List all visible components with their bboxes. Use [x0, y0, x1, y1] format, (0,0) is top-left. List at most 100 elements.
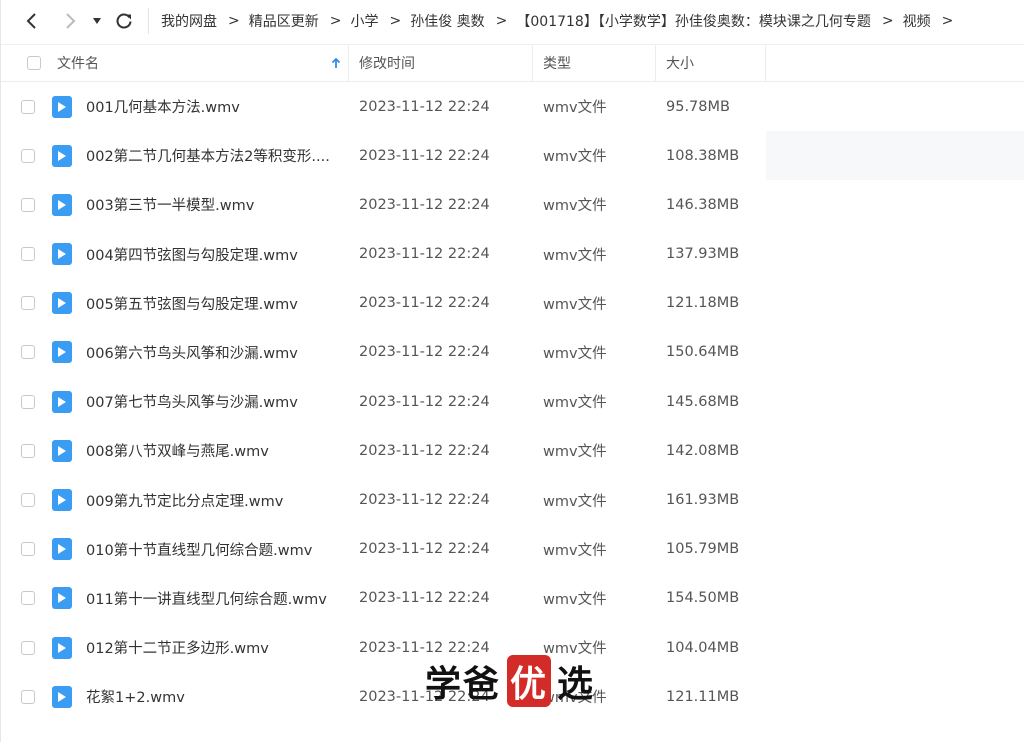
file-modified-time: 2023-11-12 22:24 [359, 541, 490, 558]
breadcrumb-item[interactable]: 小学 [350, 11, 378, 31]
forward-button[interactable] [57, 0, 83, 42]
video-file-icon [52, 144, 72, 167]
breadcrumb-item[interactable]: 我的网盘 [161, 11, 217, 31]
file-type: wmv文件 [543, 591, 607, 608]
file-row[interactable]: 007第七节鸟头风筝与沙漏.wmv 2023-11-12 22:24 wmv文件… [1, 377, 1024, 426]
video-file-icon [52, 292, 72, 315]
file-modified-time: 2023-11-12 22:24 [359, 442, 490, 459]
file-row[interactable]: 003第三节一半模型.wmv 2023-11-12 22:24 wmv文件 14… [1, 180, 1024, 229]
file-name[interactable]: 011第十一讲直线型几何综合题.wmv [86, 574, 327, 623]
row-checkbox[interactable] [21, 591, 35, 606]
breadcrumb-item[interactable]: 精品区更新 [249, 11, 319, 31]
breadcrumb: 我的网盘 > 精品区更新 > 小学 > 孙佳俊 奥数 > 【001718】【小学… [161, 0, 962, 42]
file-modified-time: 2023-11-12 22:24 [359, 98, 490, 115]
file-name[interactable]: 002第二节几何基本方法2等积变形.... [86, 131, 330, 180]
back-button[interactable] [19, 0, 45, 42]
column-type-label: 类型 [543, 56, 571, 72]
file-icon-cell [52, 279, 72, 328]
sort-up-arrow-icon [331, 57, 341, 68]
file-row[interactable]: 006第六节鸟头风筝和沙漏.wmv 2023-11-12 22:24 wmv文件… [1, 328, 1024, 377]
file-icon-cell [52, 328, 72, 377]
file-row[interactable]: 002第二节几何基本方法2等积变形.... 2023-11-12 22:24 w… [1, 131, 1024, 181]
column-divider[interactable] [532, 45, 533, 81]
column-header-name[interactable]: 文件名 [57, 45, 347, 81]
file-row[interactable]: 009第九节定比分点定理.wmv 2023-11-12 22:24 wmv文件 … [1, 476, 1024, 525]
file-size: 108.38MB [666, 147, 740, 164]
file-name[interactable]: 003第三节一半模型.wmv [86, 180, 254, 229]
file-row[interactable]: 004第四节弦图与勾股定理.wmv 2023-11-12 22:24 wmv文件… [1, 230, 1024, 279]
row-checkbox[interactable] [21, 197, 35, 212]
row-checkbox[interactable] [21, 493, 35, 507]
file-name[interactable]: 008第八节双峰与燕尾.wmv [86, 426, 269, 475]
caret-down-icon [93, 18, 101, 24]
row-checkbox[interactable] [21, 394, 35, 409]
file-browser-window: 我的网盘 > 精品区更新 > 小学 > 孙佳俊 奥数 > 【001718】【小学… [0, 0, 1024, 742]
row-checkbox[interactable] [21, 443, 35, 458]
breadcrumb-separator: > [228, 13, 240, 29]
file-size: 146.38MB [666, 196, 740, 213]
breadcrumb-item-current[interactable]: 视频 [903, 11, 931, 31]
file-icon-cell [52, 574, 72, 623]
file-row[interactable]: 008第八节双峰与燕尾.wmv 2023-11-12 22:24 wmv文件 1… [1, 426, 1024, 475]
row-checkbox-cell [21, 131, 35, 180]
file-type: wmv文件 [543, 100, 607, 116]
column-divider[interactable] [348, 45, 349, 81]
history-dropdown-button[interactable] [89, 0, 105, 42]
file-name[interactable]: 010第十节直线型几何综合题.wmv [86, 525, 312, 574]
row-checkbox-cell [21, 426, 35, 475]
file-type: wmv文件 [543, 247, 607, 264]
row-checkbox-cell [21, 82, 35, 131]
file-modified-time: 2023-11-12 22:24 [359, 295, 490, 312]
video-file-icon [52, 439, 72, 462]
file-name[interactable]: 001几何基本方法.wmv [86, 82, 240, 131]
breadcrumb-separator: > [495, 13, 508, 29]
row-checkbox[interactable] [21, 640, 35, 655]
column-divider[interactable] [765, 45, 766, 81]
breadcrumb-item[interactable]: 孙佳俊 奥数 [410, 11, 484, 31]
chevron-left-icon [26, 13, 36, 29]
file-name[interactable]: 007第七节鸟头风筝与沙漏.wmv [86, 377, 298, 426]
row-checkbox[interactable] [21, 148, 35, 163]
select-all-checkbox[interactable] [27, 56, 41, 70]
breadcrumb-item[interactable]: 【001718】【小学数学】孙佳俊奥数：模块课之几何专题 [516, 11, 870, 31]
file-type: wmv文件 [543, 542, 607, 559]
row-checkbox-cell [21, 525, 35, 574]
file-type: wmv文件 [543, 345, 607, 362]
file-modified-time: 2023-11-12 22:24 [359, 246, 490, 263]
file-name[interactable]: 花絮1+2.wmv [86, 672, 185, 721]
row-checkbox[interactable] [21, 247, 35, 262]
column-header-size[interactable]: 大小 [666, 45, 694, 81]
file-name[interactable]: 009第九节定比分点定理.wmv [86, 476, 283, 525]
file-icon-cell [52, 476, 72, 525]
file-size: 161.93MB [666, 492, 740, 508]
column-name-label: 文件名 [57, 56, 99, 72]
video-file-icon [52, 636, 72, 659]
row-checkbox[interactable] [21, 542, 35, 557]
file-row[interactable]: 011第十一讲直线型几何综合题.wmv 2023-11-12 22:24 wmv… [1, 574, 1024, 623]
video-file-icon [52, 193, 72, 216]
file-list: 001几何基本方法.wmv 2023-11-12 22:24 wmv文件 95.… [1, 82, 1024, 721]
file-type: wmv文件 [543, 198, 607, 215]
file-row[interactable]: 005第五节弦图与勾股定理.wmv 2023-11-12 22:24 wmv文件… [1, 279, 1024, 328]
refresh-button[interactable] [111, 0, 137, 42]
row-checkbox[interactable] [21, 689, 35, 704]
file-row[interactable]: 010第十节直线型几何综合题.wmv 2023-11-12 22:24 wmv文… [1, 525, 1024, 574]
file-type: wmv文件 [543, 444, 607, 461]
row-checkbox[interactable] [21, 99, 35, 114]
file-modified-time: 2023-11-12 22:24 [359, 344, 490, 361]
file-row[interactable]: 001几何基本方法.wmv 2023-11-12 22:24 wmv文件 95.… [1, 82, 1024, 131]
file-name[interactable]: 012第十二节正多边形.wmv [86, 623, 269, 672]
column-divider[interactable] [655, 45, 656, 81]
file-name[interactable]: 006第六节鸟头风筝和沙漏.wmv [86, 328, 298, 377]
nav-divider [148, 8, 149, 34]
row-checkbox[interactable] [21, 345, 35, 360]
row-checkbox[interactable] [21, 296, 35, 311]
file-type: wmv文件 [543, 395, 607, 412]
row-checkbox-cell [21, 574, 35, 623]
column-header-type[interactable]: 类型 [543, 45, 571, 81]
file-modified-time: 2023-11-12 22:24 [359, 492, 490, 508]
video-file-icon [52, 243, 72, 266]
file-name[interactable]: 005第五节弦图与勾股定理.wmv [86, 279, 298, 328]
column-header-time[interactable]: 修改时间 [359, 45, 415, 81]
file-name[interactable]: 004第四节弦图与勾股定理.wmv [86, 230, 298, 279]
